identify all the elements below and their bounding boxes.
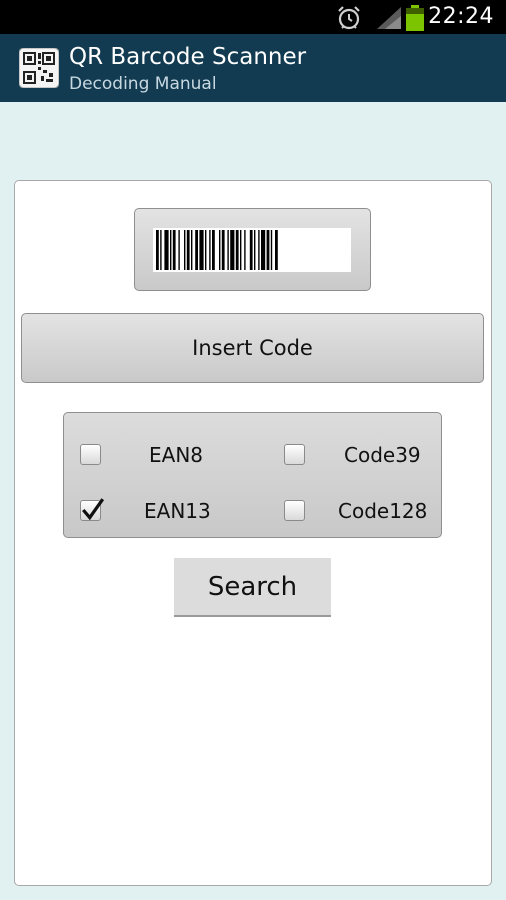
- signal-icon: [377, 7, 401, 29]
- checkbox-ean8[interactable]: [80, 443, 101, 465]
- option-ean8[interactable]: [80, 439, 101, 469]
- status-bar: 22:24: [0, 0, 506, 34]
- label-code128: Code128: [338, 499, 428, 523]
- checkbox-ean13[interactable]: [80, 497, 105, 521]
- app-title: QR Barcode Scanner: [69, 44, 307, 70]
- label-ean8: EAN8: [149, 443, 204, 467]
- app-subtitle: Decoding Manual: [69, 74, 217, 94]
- barcode-icon: [153, 228, 351, 272]
- checkbox-code39[interactable]: [284, 443, 305, 465]
- qr-code-icon[interactable]: [19, 48, 59, 88]
- status-time: 22:24: [428, 4, 494, 29]
- checkmark-icon: [82, 497, 105, 520]
- label-ean13: EAN13: [144, 499, 211, 523]
- search-button[interactable]: Search: [174, 558, 331, 617]
- battery-icon: [406, 5, 424, 31]
- option-ean13[interactable]: [80, 495, 105, 525]
- option-code128[interactable]: [284, 495, 305, 525]
- checkbox-code128[interactable]: [284, 499, 305, 521]
- option-code39[interactable]: [284, 439, 305, 469]
- insert-code-button[interactable]: Insert Code: [21, 313, 484, 383]
- alarm-icon: [338, 6, 360, 30]
- label-code39: Code39: [344, 443, 421, 467]
